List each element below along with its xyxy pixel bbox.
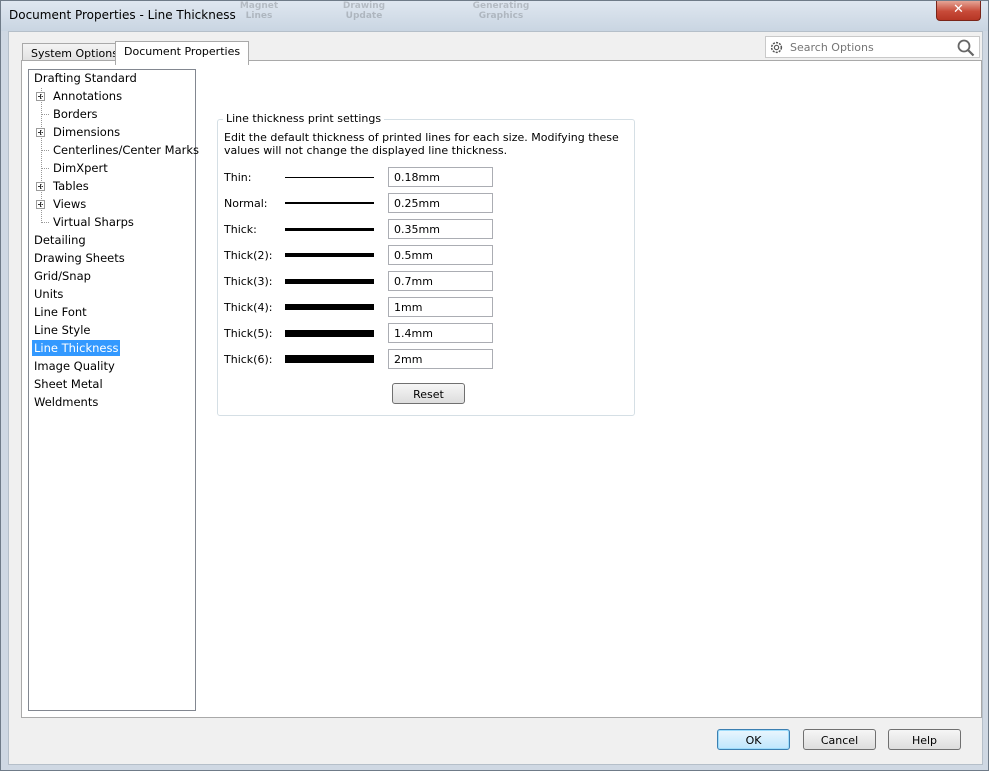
tree-item[interactable]: Views (51, 196, 88, 212)
thickness-label: Thin: (224, 171, 252, 184)
reset-button[interactable]: Reset (392, 383, 465, 404)
line-sample (285, 279, 374, 284)
thickness-input[interactable] (388, 349, 493, 369)
tab-label: Document Properties (124, 45, 241, 58)
options-page: Drafting Standard Annotations Borders Dimen… (21, 60, 982, 718)
group-caption: Line thickness print settings (223, 112, 385, 125)
tree-connector (41, 222, 49, 223)
dialog-window: Document Properties - Line Thickness Mag… (0, 0, 989, 771)
tree-item[interactable]: Dimensions (51, 124, 122, 140)
tree-connector (41, 168, 49, 169)
thickness-label: Normal: (224, 197, 268, 210)
thickness-input[interactable] (388, 271, 493, 291)
line-sample (285, 253, 374, 257)
line-sample (285, 304, 374, 310)
tree-item[interactable]: Centerlines/Center Marks (51, 142, 201, 158)
thickness-label: Thick: (224, 223, 257, 236)
tree-item[interactable]: Image Quality (32, 358, 117, 374)
tree-item[interactable]: Weldments (32, 394, 100, 410)
tree-item[interactable]: Virtual Sharps (51, 214, 136, 230)
line-sample (285, 177, 374, 178)
background-toolbar-text: Drawing Update (342, 1, 386, 21)
window-title: Document Properties - Line Thickness (9, 8, 236, 22)
close-icon: ✕ (953, 2, 964, 17)
help-button[interactable]: Help (888, 729, 961, 750)
tab-label: System Options (31, 47, 118, 60)
background-toolbar-text: Magnet Lines (239, 1, 279, 21)
search-input[interactable] (788, 39, 948, 55)
tree-item[interactable]: Drawing Sheets (32, 250, 127, 266)
thickness-input[interactable] (388, 245, 493, 265)
thickness-label: Thick(3): (224, 275, 273, 288)
tree-item[interactable]: Line Style (32, 322, 93, 338)
tree-item[interactable]: Annotations (51, 88, 124, 104)
tree-item[interactable]: Tables (51, 178, 91, 194)
tree-item[interactable]: Drafting Standard (32, 70, 139, 86)
thickness-input[interactable] (388, 167, 493, 187)
tab-document-properties[interactable]: Document Properties (115, 41, 250, 65)
background-toolbar-text: Generating Graphics (472, 1, 530, 21)
thickness-label: Thick(6): (224, 353, 273, 366)
dialog-client: System Options Document Properties Draft… (8, 31, 983, 765)
tree-item[interactable]: Grid/Snap (32, 268, 93, 284)
thickness-input[interactable] (388, 323, 493, 343)
thickness-label: Thick(5): (224, 327, 273, 340)
thickness-input[interactable] (388, 297, 493, 317)
gear-icon (770, 41, 783, 54)
ok-button[interactable]: OK (717, 729, 790, 750)
line-sample (285, 355, 374, 363)
tree-connector (41, 114, 49, 115)
title-bar[interactable]: Document Properties - Line Thickness Mag… (1, 1, 988, 31)
line-sample (285, 330, 374, 337)
search-box (765, 36, 980, 58)
group-description: Edit the default thickness of printed li… (224, 131, 619, 157)
tree-item[interactable]: Detailing (32, 232, 88, 248)
thickness-input[interactable] (388, 193, 493, 213)
tree-item[interactable]: Line Font (32, 304, 89, 320)
thickness-label: Thick(4): (224, 301, 273, 314)
search-icon[interactable] (957, 39, 975, 57)
tree-item[interactable]: Sheet Metal (32, 376, 105, 392)
tree-item[interactable]: Units (32, 286, 65, 302)
tree-item[interactable]: Borders (51, 106, 100, 122)
print-settings-group: Line thickness print settings Edit the d… (217, 112, 635, 416)
line-sample (285, 202, 374, 204)
cancel-button[interactable]: Cancel (803, 729, 876, 750)
thickness-label: Thick(2): (224, 249, 273, 262)
thickness-input[interactable] (388, 219, 493, 239)
tree-connector (41, 88, 42, 223)
tree-connector (41, 150, 49, 151)
line-sample (285, 228, 374, 231)
tree-item[interactable]: DimXpert (51, 160, 110, 176)
tree-item[interactable]: Line Thickness (32, 340, 121, 356)
options-tree[interactable]: Drafting Standard Annotations Borders Dimen… (28, 69, 199, 711)
close-button[interactable]: ✕ (936, 1, 981, 21)
